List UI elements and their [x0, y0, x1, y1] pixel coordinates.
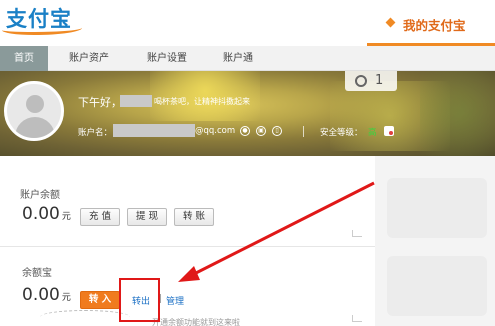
- red-arrow-icon: [178, 181, 375, 282]
